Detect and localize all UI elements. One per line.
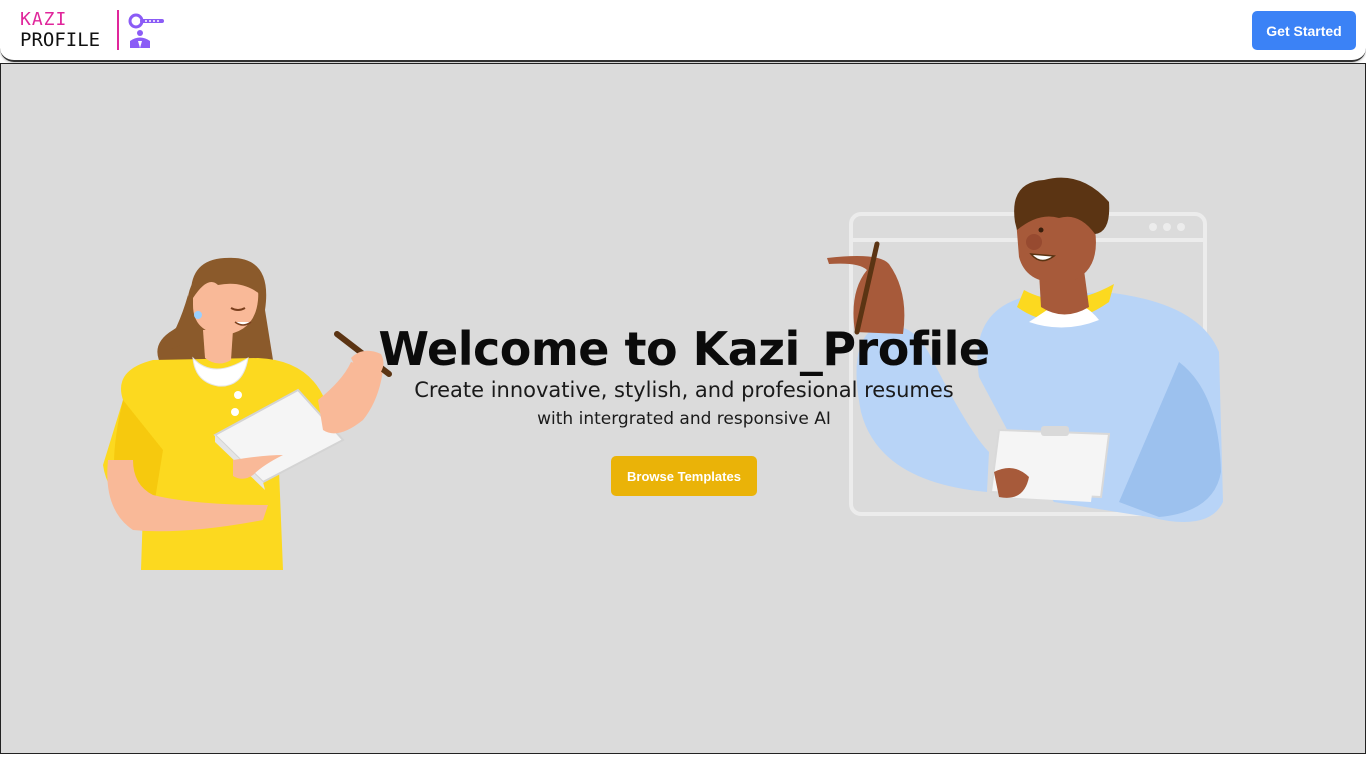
site-logo[interactable]: KAZI PROFILE	[20, 10, 170, 52]
logo-text-profile: PROFILE	[20, 29, 101, 51]
browse-templates-button[interactable]: Browse Templates	[611, 456, 757, 496]
hero-subtitle-secondary: with intergrated and responsive AI	[537, 409, 831, 429]
magnifier-person-icon	[117, 10, 164, 50]
logo-text-kazi: KAZI	[20, 9, 68, 30]
hero-section: Welcome to Kazi_Profile Create innovativ…	[0, 63, 1366, 754]
get-started-button[interactable]: Get Started	[1252, 11, 1356, 50]
hero-subtitle: Create innovative, stylish, and profesio…	[414, 378, 954, 402]
top-navbar: KAZI PROFILE Get Started	[0, 0, 1366, 62]
hero-title: Welcome to Kazi_Profile	[378, 322, 990, 376]
